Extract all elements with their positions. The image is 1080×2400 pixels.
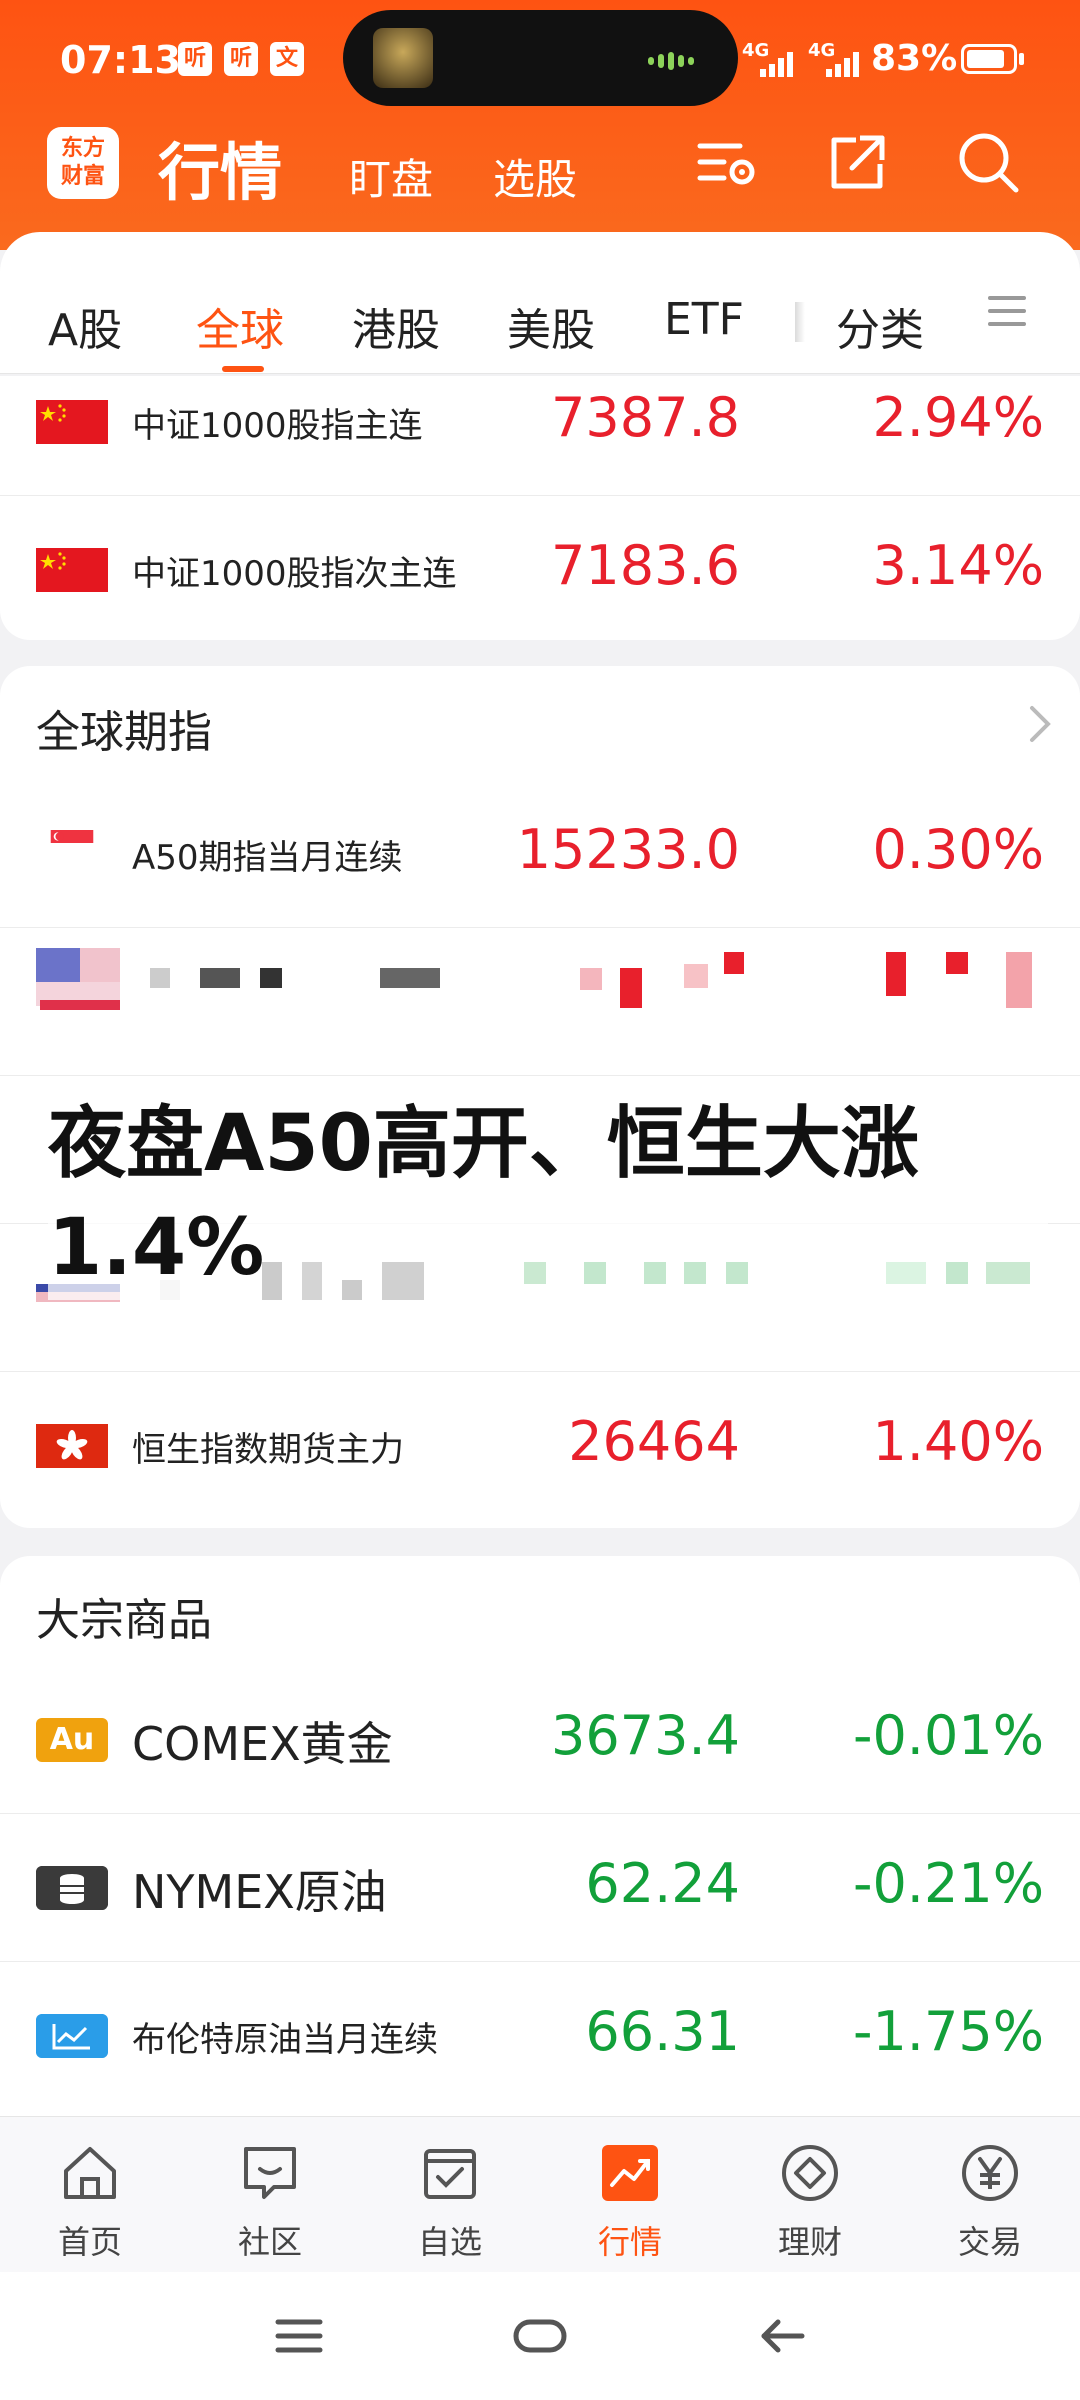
status-time: 07:13 (60, 38, 181, 82)
quote-row[interactable]: 中证1000股指主连 7387.8 2.94% (0, 348, 1080, 496)
nav-watch-button[interactable]: 盯盘 (349, 146, 433, 207)
market-chart-icon (602, 2145, 658, 2201)
headline-overlay: 夜盘A50高开、恒生大涨1.4% (48, 1092, 1048, 1300)
tab-etf[interactable]: ETF (664, 294, 744, 345)
battery-level (967, 50, 1004, 68)
china-flag-icon (36, 400, 108, 444)
search-icon[interactable] (954, 128, 1024, 198)
line-chart-icon (36, 2014, 108, 2058)
section-title: 全球期指 (36, 707, 212, 758)
china-index-futures-card: 中证1000股指主连 7387.8 2.94% 中证1000股指次主连 7183… (0, 376, 1080, 640)
nav-label: 首页 (57, 2223, 122, 2261)
instrument-price: 3673.4 (551, 1704, 740, 1767)
quote-row[interactable]: Au COMEX黄金 3673.4 -0.01% (0, 1666, 1080, 1814)
nav-label: 行情 (597, 2223, 662, 2261)
quote-row[interactable]: 布伦特原油当月连续 66.31 -1.75% (0, 1962, 1080, 2110)
nav-label: 理财 (777, 2223, 842, 2261)
app-header: 07:13 听 听 文 4G 4G 83% 东方 财富 行情 盯盘 选股 (0, 0, 1080, 250)
nav-label: 交易 (957, 2223, 1022, 2261)
section-title: 大宗商品 (36, 1595, 212, 1646)
instrument-change: 1.40% (872, 1410, 1044, 1473)
yen-icon (962, 2145, 1018, 2201)
censored-quote-row[interactable] (0, 928, 1080, 1076)
page-title: 行情 (158, 136, 283, 209)
pixelated-content (0, 928, 1080, 1076)
nav-watchlist[interactable]: 自选 (360, 2117, 540, 2273)
home-icon (64, 2147, 116, 2199)
instrument-change: -1.75% (852, 2000, 1044, 2063)
checklist-icon (424, 2149, 476, 2199)
back-arrow-icon[interactable] (756, 2316, 806, 2356)
system-navigation-bar (0, 2272, 1080, 2400)
home-pill-icon[interactable] (512, 2316, 568, 2356)
status-bar: 07:13 听 听 文 4G 4G 83% (0, 0, 1080, 120)
signal-icon (826, 52, 862, 78)
nav-label: 社区 (237, 2223, 302, 2261)
instrument-price: 7387.8 (551, 386, 740, 449)
share-icon[interactable] (822, 128, 892, 198)
quote-row[interactable]: 恒生指数期货主力 26464 1.40% (0, 1372, 1080, 1520)
nav-community[interactable]: 社区 (180, 2117, 360, 2273)
instrument-name: 布伦特原油当月连续 (132, 2020, 438, 2060)
app-notification-icon: 文 (270, 42, 304, 76)
battery-tip (1019, 53, 1024, 65)
settings-list-icon[interactable] (694, 128, 764, 198)
audio-wave-icon (648, 50, 708, 70)
signal-icon (760, 52, 796, 78)
instrument-price: 62.24 (585, 1852, 740, 1915)
instrument-name: 恒生指数期货主力 (132, 1430, 404, 1470)
gold-icon: Au (36, 1718, 108, 1762)
instrument-change: 0.30% (872, 818, 1044, 881)
instrument-change: -0.01% (852, 1704, 1044, 1767)
commodities-card: 大宗商品 Au COMEX黄金 3673.4 -0.01% NYMEX原油 62… (0, 1556, 1080, 2116)
media-thumbnail (373, 28, 433, 88)
logo-text: 东方 (60, 136, 105, 161)
instrument-price: 15233.0 (516, 818, 740, 881)
quote-row[interactable]: NYMEX原油 62.24 -0.21% (0, 1814, 1080, 1962)
logo-text: 财富 (60, 164, 105, 189)
instrument-name: 中证1000股指次主连 (132, 554, 457, 594)
chevron-right-icon[interactable] (1028, 704, 1052, 744)
instrument-change: -0.21% (852, 1852, 1044, 1915)
instrument-name: A50期指当月连续 (132, 838, 403, 878)
instrument-change: 3.14% (872, 534, 1044, 597)
listen-app-notification-icon: 听 (224, 42, 258, 76)
nav-home[interactable]: 首页 (0, 2117, 180, 2273)
instrument-price: 7183.6 (551, 534, 740, 597)
quote-row[interactable]: 中证1000股指次主连 7183.6 3.14% (0, 496, 1080, 644)
quote-row[interactable]: A50期指当月连续 15233.0 0.30% (0, 780, 1080, 928)
hong-kong-flag-icon (36, 1424, 108, 1468)
tab-menu-icon[interactable] (988, 296, 1026, 326)
battery-icon (961, 44, 1017, 74)
china-flag-icon (36, 548, 108, 592)
nav-wealth[interactable]: 理财 (720, 2117, 900, 2273)
tab-scroll-fade (795, 302, 805, 342)
dynamic-island (343, 10, 738, 106)
instrument-change: 2.94% (872, 386, 1044, 449)
nav-market[interactable]: 行情 (540, 2117, 720, 2273)
chat-bubble-icon (244, 2147, 296, 2199)
instrument-price: 66.31 (585, 2000, 740, 2063)
bottom-navigation: 首页 社区 自选 行情 理财 交易 (0, 2116, 1080, 2272)
app-logo[interactable]: 东方 财富 (47, 127, 119, 199)
nav-label: 自选 (417, 2223, 482, 2261)
instrument-name: 中证1000股指主连 (132, 406, 423, 446)
instrument-price: 26464 (568, 1410, 740, 1473)
instrument-name: COMEX黄金 (132, 1717, 393, 1771)
listen-app-notification-icon: 听 (178, 42, 212, 76)
nav-stock-picker-button[interactable]: 选股 (493, 146, 577, 207)
nav-trade[interactable]: 交易 (900, 2117, 1080, 2273)
wealth-diamond-icon (782, 2145, 838, 2201)
instrument-name: NYMEX原油 (132, 1865, 387, 1919)
menu-icon[interactable] (274, 2316, 324, 2356)
battery-percentage: 83% (871, 38, 958, 79)
oil-barrel-icon (36, 1866, 108, 1910)
singapore-flag-icon (50, 830, 94, 856)
